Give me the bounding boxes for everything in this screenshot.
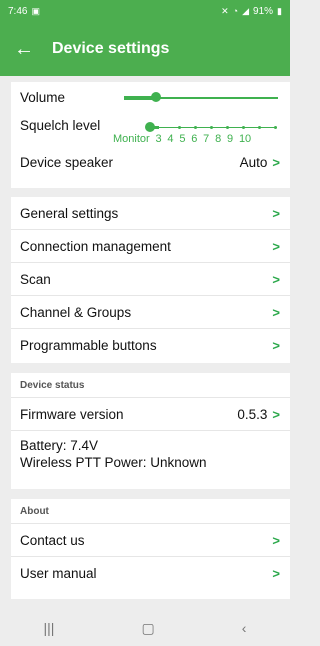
audio-card: Volume Squelch level Monitor 3 4 5 6 7 8 9 10 De… [11,82,290,188]
gallery-icon: ▣ [31,5,40,16]
firmware-version-row[interactable]: Firmware version 0.5.3 > [11,398,290,431]
mute-icon: ✕ [221,5,229,16]
menu-item-label: Connection management [20,238,171,254]
squelch-step-dot [274,126,277,129]
back-nav-icon[interactable]: ‹ [242,620,247,636]
squelch-step-dot [194,126,197,129]
wifi-icon: ◔ [232,6,239,16]
chevron-right-icon: > [272,304,280,320]
volume-row: Volume [11,82,290,112]
squelch-tick: 8 [215,133,222,145]
chevron-right-icon: > [272,532,280,548]
recent-apps-icon[interactable]: ||| [44,620,55,636]
page-title: Device settings [52,40,170,57]
squelch-tick: 3 [155,133,162,145]
squelch-tick: 4 [167,133,174,145]
section-heading-device-status: Device status [11,373,290,398]
squelch-step-dot [178,126,181,129]
volume-slider-thumb[interactable] [151,92,161,102]
device-speaker-row[interactable]: Device speaker Auto > [11,146,290,179]
home-icon[interactable]: ▢ [141,620,154,637]
chevron-right-icon: > [272,205,280,221]
menu-item-label: General settings [20,205,119,221]
squelch-slider-thumb[interactable] [145,122,155,132]
chevron-right-icon: > [272,271,280,287]
squelch-row: Squelch level Monitor 3 4 5 6 7 8 9 10 [11,112,290,146]
squelch-tick: Monitor [113,133,150,145]
chevron-right-icon: > [272,338,280,353]
squelch-tick: 5 [179,133,186,145]
squelch-tick-labels: Monitor 3 4 5 6 7 8 9 10 [113,133,257,145]
squelch-step-dot [226,126,229,129]
device-speaker-label: Device speaker [20,155,114,170]
signal-icon: ◢ [242,5,250,16]
about-card: About Contact us > User manual > [11,499,290,599]
status-time: 7:46 [8,5,28,17]
chevron-right-icon: > [272,406,280,422]
settings-menu-card: General settings > Connection management… [11,197,290,363]
section-heading-about: About [11,499,290,524]
menu-item-connection-management[interactable]: Connection management > [11,230,290,263]
squelch-label: Squelch level [20,118,101,133]
squelch-step-dot [258,126,261,129]
about-item-user-manual[interactable]: User manual > [11,557,290,590]
squelch-step-dot [242,126,245,129]
chevron-right-icon: > [272,566,280,581]
squelch-tick: 6 [191,133,198,145]
battery-info: Battery: 7.4V Wireless PTT Power: Unknow… [11,431,290,477]
menu-item-label: Channel & Groups [20,304,132,320]
squelch-step-dot [210,126,213,129]
battery-icon: ▮ [277,5,282,16]
about-item-contact-us[interactable]: Contact us > [11,524,290,557]
status-bar: 7:46 ▣ ✕ ◔ ◢ 91% ▮ [0,0,290,22]
menu-item-general-settings[interactable]: General settings > [11,197,290,230]
menu-item-scan[interactable]: Scan > [11,263,290,296]
menu-item-label: Scan [20,271,51,287]
device-speaker-value: Auto [239,155,268,170]
about-item-label: Contact us [20,532,85,548]
system-nav-bar: ||| ▢ ‹ [0,610,290,646]
volume-label: Volume [20,89,66,105]
chevron-right-icon: > [272,155,280,170]
app-bar: ← Device settings [0,22,290,76]
menu-item-programmable-buttons[interactable]: Programmable buttons > [11,329,290,362]
about-item-label: User manual [20,566,97,581]
squelch-tick: 9 [227,133,234,145]
menu-item-channel-groups[interactable]: Channel & Groups > [11,296,290,329]
squelch-tick: 7 [203,133,210,145]
firmware-value: 0.5.3 [237,406,268,422]
ptt-power-status: Wireless PTT Power: Unknown [20,455,207,470]
arrow-left-icon[interactable]: ← [0,38,48,61]
chevron-right-icon: > [272,238,280,254]
device-status-card: Device status Firmware version 0.5.3 > B… [11,373,290,489]
battery-percent: 91% [253,5,274,17]
battery-voltage: Battery: 7.4V [20,438,99,453]
squelch-tick: 10 [238,133,252,145]
menu-item-label: Programmable buttons [20,338,157,353]
firmware-label: Firmware version [20,406,124,422]
